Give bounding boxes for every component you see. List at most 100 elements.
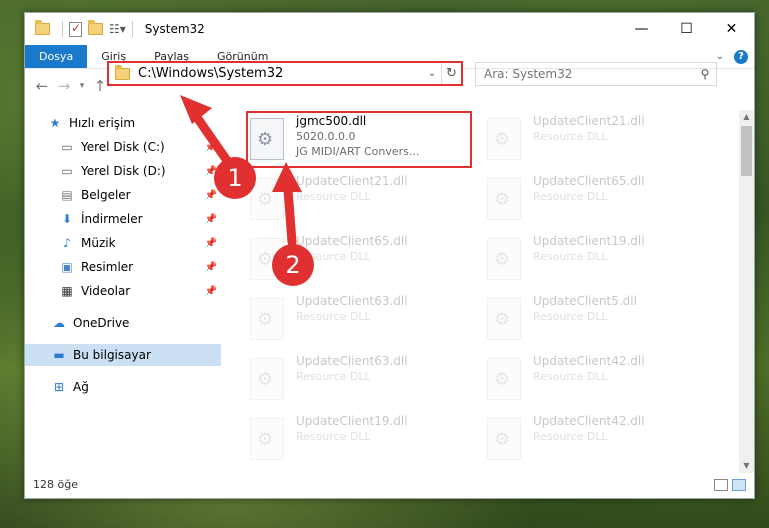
file-description: Resource DLL xyxy=(296,370,371,383)
dll-file-icon xyxy=(250,418,284,460)
back-arrow-icon[interactable]: ← xyxy=(31,77,53,95)
help-icon[interactable]: ? xyxy=(734,49,748,64)
tab-file[interactable]: Dosya xyxy=(25,45,88,68)
forward-arrow-icon[interactable]: → xyxy=(53,77,75,95)
cloud-icon: ☁ xyxy=(53,316,65,330)
file-name: UpdateClient42.dll xyxy=(533,414,645,428)
sidebar-item-label: İndirmeler xyxy=(81,212,143,226)
minimize-button[interactable]: — xyxy=(619,14,664,44)
sidebar-item-quick-access[interactable]: ★ Hızlı erişim xyxy=(25,112,221,134)
sidebar-item-disk-c[interactable]: ▭ Yerel Disk (C:) 📌 xyxy=(25,136,221,158)
file-description: Resource DLL xyxy=(533,190,608,203)
file-item[interactable]: UpdateClient65.dll Resource DLL xyxy=(487,174,707,224)
divider xyxy=(131,21,133,37)
customize-toolbar-icon[interactable]: ☷▾ xyxy=(109,22,126,36)
navigation-pane: ★ Hızlı erişim ▭ Yerel Disk (C:) 📌 ▭ Yer… xyxy=(25,110,221,470)
file-name: UpdateClient21.dll xyxy=(296,174,408,188)
address-dropdown-icon[interactable]: ⌄ xyxy=(423,68,441,79)
sidebar-item-documents[interactable]: ▤ Belgeler 📌 xyxy=(25,184,221,206)
folder-icon xyxy=(35,20,50,35)
file-item[interactable]: UpdateClient42.dll Resource DLL xyxy=(487,414,707,464)
recent-locations-icon[interactable]: ▾ xyxy=(75,81,89,91)
sidebar-item-label: Bu bilgisayar xyxy=(73,348,151,362)
step-badge-1: 1 xyxy=(214,157,256,199)
new-folder-icon[interactable] xyxy=(88,20,103,35)
search-input[interactable] xyxy=(484,67,694,81)
file-item[interactable]: UpdateClient42.dll Resource DLL xyxy=(487,354,707,404)
sidebar-item-label: Müzik xyxy=(81,236,116,250)
properties-icon[interactable] xyxy=(69,21,82,37)
sidebar-item-onedrive[interactable]: ☁ OneDrive xyxy=(25,312,221,334)
status-bar: 128 öğe xyxy=(25,471,754,498)
close-button[interactable]: ✕ xyxy=(709,14,754,44)
pin-icon: 📌 xyxy=(204,237,217,249)
drive-icon: ▭ xyxy=(61,140,73,154)
file-description: Resource DLL xyxy=(533,310,608,323)
sidebar-item-this-pc[interactable]: ▬ Bu bilgisayar xyxy=(25,344,221,366)
dll-file-icon xyxy=(250,298,284,340)
file-description: Resource DLL xyxy=(296,190,371,203)
maximize-button[interactable]: ☐ xyxy=(664,14,709,44)
file-name: UpdateClient5.dll xyxy=(533,294,637,308)
file-item[interactable]: UpdateClient19.dll Resource DLL xyxy=(250,414,470,464)
music-icon: ♪ xyxy=(63,236,71,250)
download-icon: ⬇ xyxy=(61,212,73,226)
sidebar-item-music[interactable]: ♪ Müzik 📌 xyxy=(25,232,221,254)
documents-icon: ▤ xyxy=(61,188,73,202)
file-item[interactable]: UpdateClient21.dll Resource DLL xyxy=(250,174,470,224)
file-item[interactable]: UpdateClient63.dll Resource DLL xyxy=(250,354,470,404)
drive-icon: ▭ xyxy=(61,164,73,178)
dll-file-icon xyxy=(487,238,521,280)
sidebar-item-label: Belgeler xyxy=(81,188,131,202)
pin-icon: 📌 xyxy=(204,261,217,273)
ribbon-controls: ⌄ ? xyxy=(716,49,754,64)
sidebar-item-label: Yerel Disk (C:) xyxy=(81,140,165,154)
file-item[interactable]: UpdateClient21.dll Resource DLL xyxy=(487,114,707,164)
file-name: UpdateClient63.dll xyxy=(296,354,408,368)
file-description: Resource DLL xyxy=(533,250,608,263)
file-name: UpdateClient42.dll xyxy=(533,354,645,368)
sidebar-item-label: Yerel Disk (D:) xyxy=(81,164,166,178)
dll-file-icon xyxy=(250,358,284,400)
scroll-thumb[interactable] xyxy=(741,126,752,176)
pin-icon: 📌 xyxy=(204,141,217,153)
sidebar-item-network[interactable]: ⊞ Ağ xyxy=(25,376,221,398)
search-box[interactable]: ⚲ xyxy=(475,62,717,86)
file-item[interactable]: UpdateClient63.dll Resource DLL xyxy=(250,294,470,344)
scroll-up-arrow-icon[interactable]: ▲ xyxy=(739,110,754,124)
sidebar-item-label: OneDrive xyxy=(73,316,130,330)
vertical-scrollbar[interactable]: ▲ ▼ xyxy=(739,110,754,473)
file-name: UpdateClient63.dll xyxy=(296,294,408,308)
window-title: System32 xyxy=(144,22,205,36)
refresh-icon[interactable]: ↻ xyxy=(441,63,461,84)
details-view-icon[interactable] xyxy=(714,478,728,491)
sidebar-item-label: Videolar xyxy=(81,284,131,298)
address-path[interactable]: C:\Windows\System32 xyxy=(138,66,423,81)
file-description: Resource DLL xyxy=(296,310,371,323)
file-description: Resource DLL xyxy=(533,130,608,143)
sidebar-item-label: Ağ xyxy=(73,380,89,394)
file-name: UpdateClient19.dll xyxy=(533,234,645,248)
folder-icon xyxy=(115,64,130,80)
tiles-view-icon[interactable] xyxy=(732,478,746,491)
pin-icon: 📌 xyxy=(204,189,217,201)
file-name: UpdateClient19.dll xyxy=(296,414,408,428)
pin-icon: 📌 xyxy=(204,285,217,297)
pin-icon: 📌 xyxy=(204,213,217,225)
sidebar-item-label: Resimler xyxy=(81,260,134,274)
search-icon[interactable]: ⚲ xyxy=(694,67,716,81)
sidebar-item-downloads[interactable]: ⬇ İndirmeler 📌 xyxy=(25,208,221,230)
item-count: 128 öğe xyxy=(33,478,78,491)
file-description: Resource DLL xyxy=(296,430,371,443)
file-item[interactable]: UpdateClient19.dll Resource DLL xyxy=(487,234,707,284)
title-bar: ☷▾ System32 — ☐ ✕ xyxy=(25,13,754,45)
address-bar[interactable]: C:\Windows\System32 ⌄ ↻ xyxy=(107,61,463,86)
sidebar-item-disk-d[interactable]: ▭ Yerel Disk (D:) 📌 xyxy=(25,160,221,182)
network-icon: ⊞ xyxy=(53,380,65,394)
file-description: Resource DLL xyxy=(533,370,608,383)
pictures-icon: ▣ xyxy=(61,260,73,274)
file-item[interactable]: UpdateClient5.dll Resource DLL xyxy=(487,294,707,344)
sidebar-item-videos[interactable]: ▦ Videolar 📌 xyxy=(25,280,221,302)
expand-ribbon-icon[interactable]: ⌄ xyxy=(716,51,724,62)
sidebar-item-pictures[interactable]: ▣ Resimler 📌 xyxy=(25,256,221,278)
